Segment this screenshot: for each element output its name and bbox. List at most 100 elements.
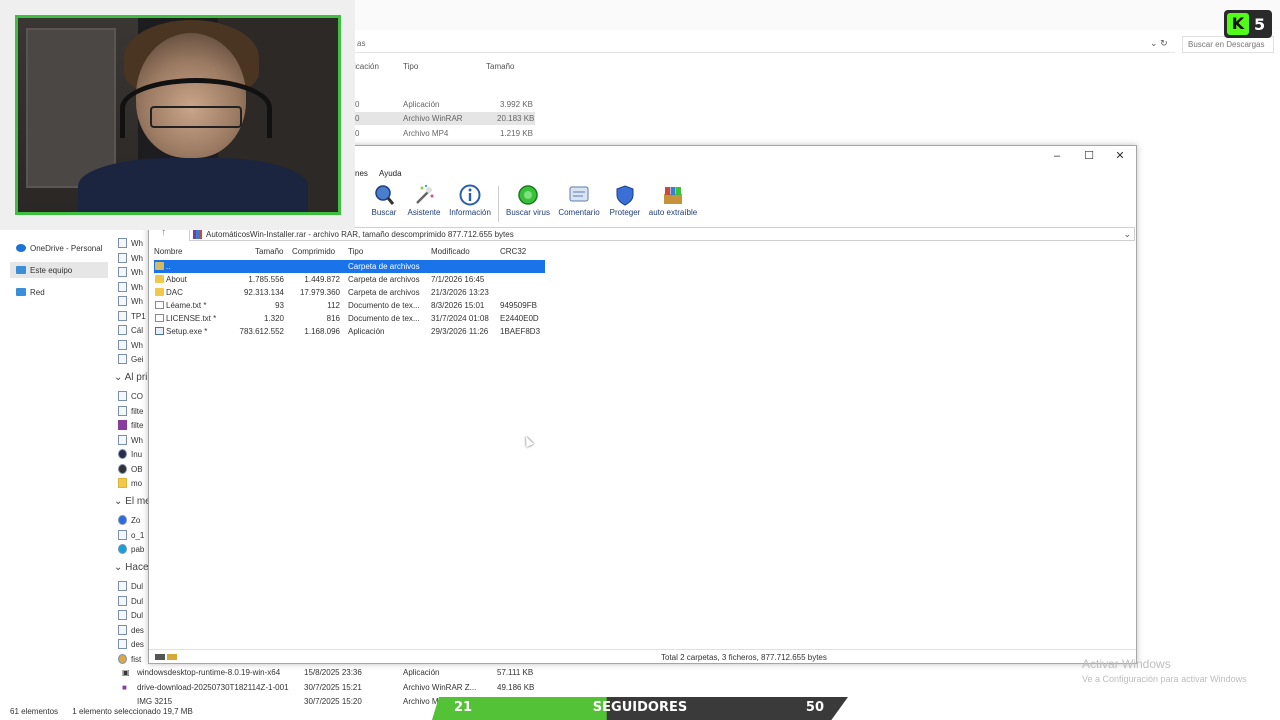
list-item[interactable]: Wh [118, 433, 143, 447]
list-item[interactable]: Wh [118, 236, 143, 250]
wizard-button[interactable]: Asistente [400, 184, 448, 224]
list-item[interactable]: Dul [118, 579, 143, 593]
cell-size: 92.313.134 [243, 288, 284, 297]
group-header[interactable]: ⌄ Hace [114, 562, 149, 576]
column-header-packed[interactable]: Comprimido [292, 247, 335, 256]
list-item[interactable]: filte [118, 418, 143, 432]
goal-label: SEGUIDORES [592, 700, 688, 715]
list-item[interactable]: Cál [118, 323, 143, 337]
explorer-search-input[interactable]: Buscar en Descargas [1182, 36, 1274, 53]
column-header-size[interactable]: Tamaño [255, 247, 283, 256]
file-name: Wh [131, 435, 143, 445]
list-item[interactable]: OB [118, 462, 143, 476]
column-header-type[interactable]: Tipo [403, 62, 418, 71]
list-item[interactable]: ■ drive-download-20250730T182114Z-1-001 … [122, 681, 542, 695]
table-row[interactable]: DAC 92.313.134 17.979.360 Carpeta de arc… [154, 286, 545, 299]
sidebar-item-this-pc[interactable]: Este equipo [10, 262, 108, 278]
column-header-size[interactable]: Tamaño [486, 62, 514, 71]
sidebar-item-network[interactable]: Red [10, 284, 108, 300]
info-button[interactable]: Información [446, 184, 494, 224]
file-type: Aplicación [403, 668, 440, 677]
list-item[interactable]: Inu [118, 447, 142, 461]
menu-item-help[interactable]: Ayuda [379, 169, 402, 178]
cell-size: 93 [275, 301, 284, 310]
sfx-button[interactable]: auto extraíble [649, 184, 697, 224]
cell-packed: 816 [326, 314, 340, 323]
list-item[interactable]: 0 Aplicación 3.992 KB [340, 98, 535, 111]
list-item[interactable]: Wh [118, 251, 143, 265]
file-icon [118, 625, 127, 635]
chevron-down-icon[interactable]: ⌄ [1150, 38, 1158, 48]
list-item[interactable]: Wh [118, 338, 143, 352]
file-name: Wh [131, 282, 143, 292]
list-item[interactable]: filte [118, 404, 143, 418]
list-item[interactable]: fist [118, 652, 141, 666]
cell-type: Carpeta de archivos [348, 275, 420, 284]
exe-icon: ▣ [122, 668, 130, 677]
webcam-overlay [0, 0, 355, 230]
list-item[interactable]: ▣ windowsdesktop-runtime-8.0.19-win-x64 … [122, 666, 542, 680]
exe-icon [155, 327, 164, 335]
close-icon[interactable]: ✕ [1112, 149, 1128, 163]
file-icon [118, 282, 127, 292]
column-header-modified[interactable]: Modificado [431, 247, 470, 256]
explorer-title-area [355, 0, 1280, 30]
file-name: IMG 3215 [137, 697, 173, 705]
table-row[interactable]: Setup.exe * 783.612.552 1.168.096 Aplica… [154, 325, 545, 338]
menu-item-options[interactable]: nes [355, 169, 368, 178]
file-list-header: Nombre Tamaño Comprimido Tipo Modificado… [149, 245, 1136, 259]
folder-up-icon [155, 262, 164, 270]
sidebar-item-onedrive[interactable]: OneDrive - Personal [10, 240, 108, 256]
list-item[interactable]: Wh [118, 265, 143, 279]
list-item[interactable]: mo [118, 476, 142, 490]
list-item[interactable]: TP1 [118, 309, 146, 323]
table-row[interactable]: Léame.txt * 93 112 Documento de tex... 8… [154, 299, 545, 312]
list-item[interactable]: Dul [118, 594, 143, 608]
list-item[interactable]: pab [118, 542, 144, 556]
minimize-icon[interactable]: – [1049, 149, 1065, 163]
file-name: CO [131, 391, 143, 401]
cell-size: 1.219 KB [500, 129, 533, 138]
table-row[interactable]: LICENSE.txt * 1.320 816 Documento de tex… [154, 312, 545, 325]
cell-packed: 1.449.872 [304, 275, 340, 284]
maximize-icon[interactable]: ☐ [1081, 149, 1097, 163]
column-header-type[interactable]: Tipo [348, 247, 363, 256]
cell-packed: 112 [327, 301, 340, 310]
table-row[interactable]: About 1.785.556 1.449.872 Carpeta de arc… [154, 273, 545, 286]
refresh-icon[interactable]: ↻ [1160, 38, 1168, 48]
list-item[interactable]: 0 Archivo WinRAR 20.183 KB [340, 112, 535, 125]
kick-logo-icon: K [1227, 13, 1249, 35]
list-item[interactable]: Dul [118, 608, 143, 622]
list-item[interactable]: Gei [118, 352, 143, 366]
list-item[interactable]: Zo [118, 513, 140, 527]
file-icon [118, 267, 127, 277]
group-header[interactable]: ⌄ Al pri [114, 372, 147, 386]
explorer-address-bar[interactable]: as [355, 35, 1175, 53]
protect-button[interactable]: Proteger [601, 184, 649, 224]
column-header-crc[interactable]: CRC32 [500, 247, 526, 256]
list-item[interactable]: CO [118, 389, 143, 403]
virus-scan-button[interactable]: Buscar virus [504, 184, 552, 224]
list-item[interactable]: des [118, 637, 144, 651]
list-item[interactable]: o_1 [118, 528, 144, 542]
list-item[interactable]: des [118, 623, 144, 637]
cell-modified: 31/7/2024 01:08 [431, 314, 489, 323]
chevron-down-icon[interactable]: ⌄ [1123, 229, 1131, 240]
list-item[interactable]: Wh [118, 280, 143, 294]
file-name: Wh [131, 253, 143, 263]
table-row[interactable]: .. Carpeta de archivos [154, 260, 545, 273]
followers-goal-bar: 21 SEGUIDORES 50 [432, 697, 848, 720]
protect-icon [616, 185, 634, 206]
file-name: filte [131, 406, 144, 416]
cell-type: Carpeta de archivos [348, 288, 420, 297]
watermark-subtitle: Ve a Configuración para activar Windows [1082, 674, 1247, 684]
column-header-name[interactable]: Nombre [154, 247, 182, 256]
list-item[interactable]: 0 Archivo MP4 1.219 KB [340, 127, 535, 140]
group-label: Al pri [124, 372, 148, 383]
list-item[interactable]: Wh [118, 294, 143, 308]
kick-viewer-badge: K 5 [1224, 10, 1272, 38]
file-date: 30/7/2025 15:20 [304, 697, 362, 705]
group-header[interactable]: ⌄ El me [114, 496, 151, 510]
comment-button[interactable]: Comentario [555, 184, 603, 224]
file-name: pab [131, 544, 145, 554]
